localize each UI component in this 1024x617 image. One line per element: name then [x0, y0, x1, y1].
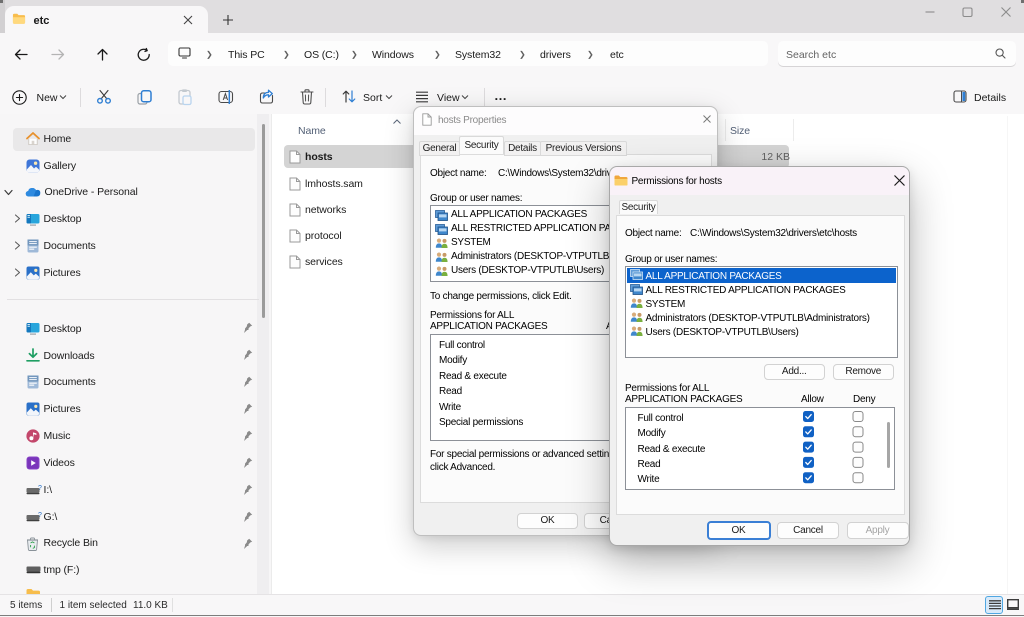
svg-text:?: ?	[38, 512, 42, 519]
svg-text:?: ?	[38, 485, 42, 492]
